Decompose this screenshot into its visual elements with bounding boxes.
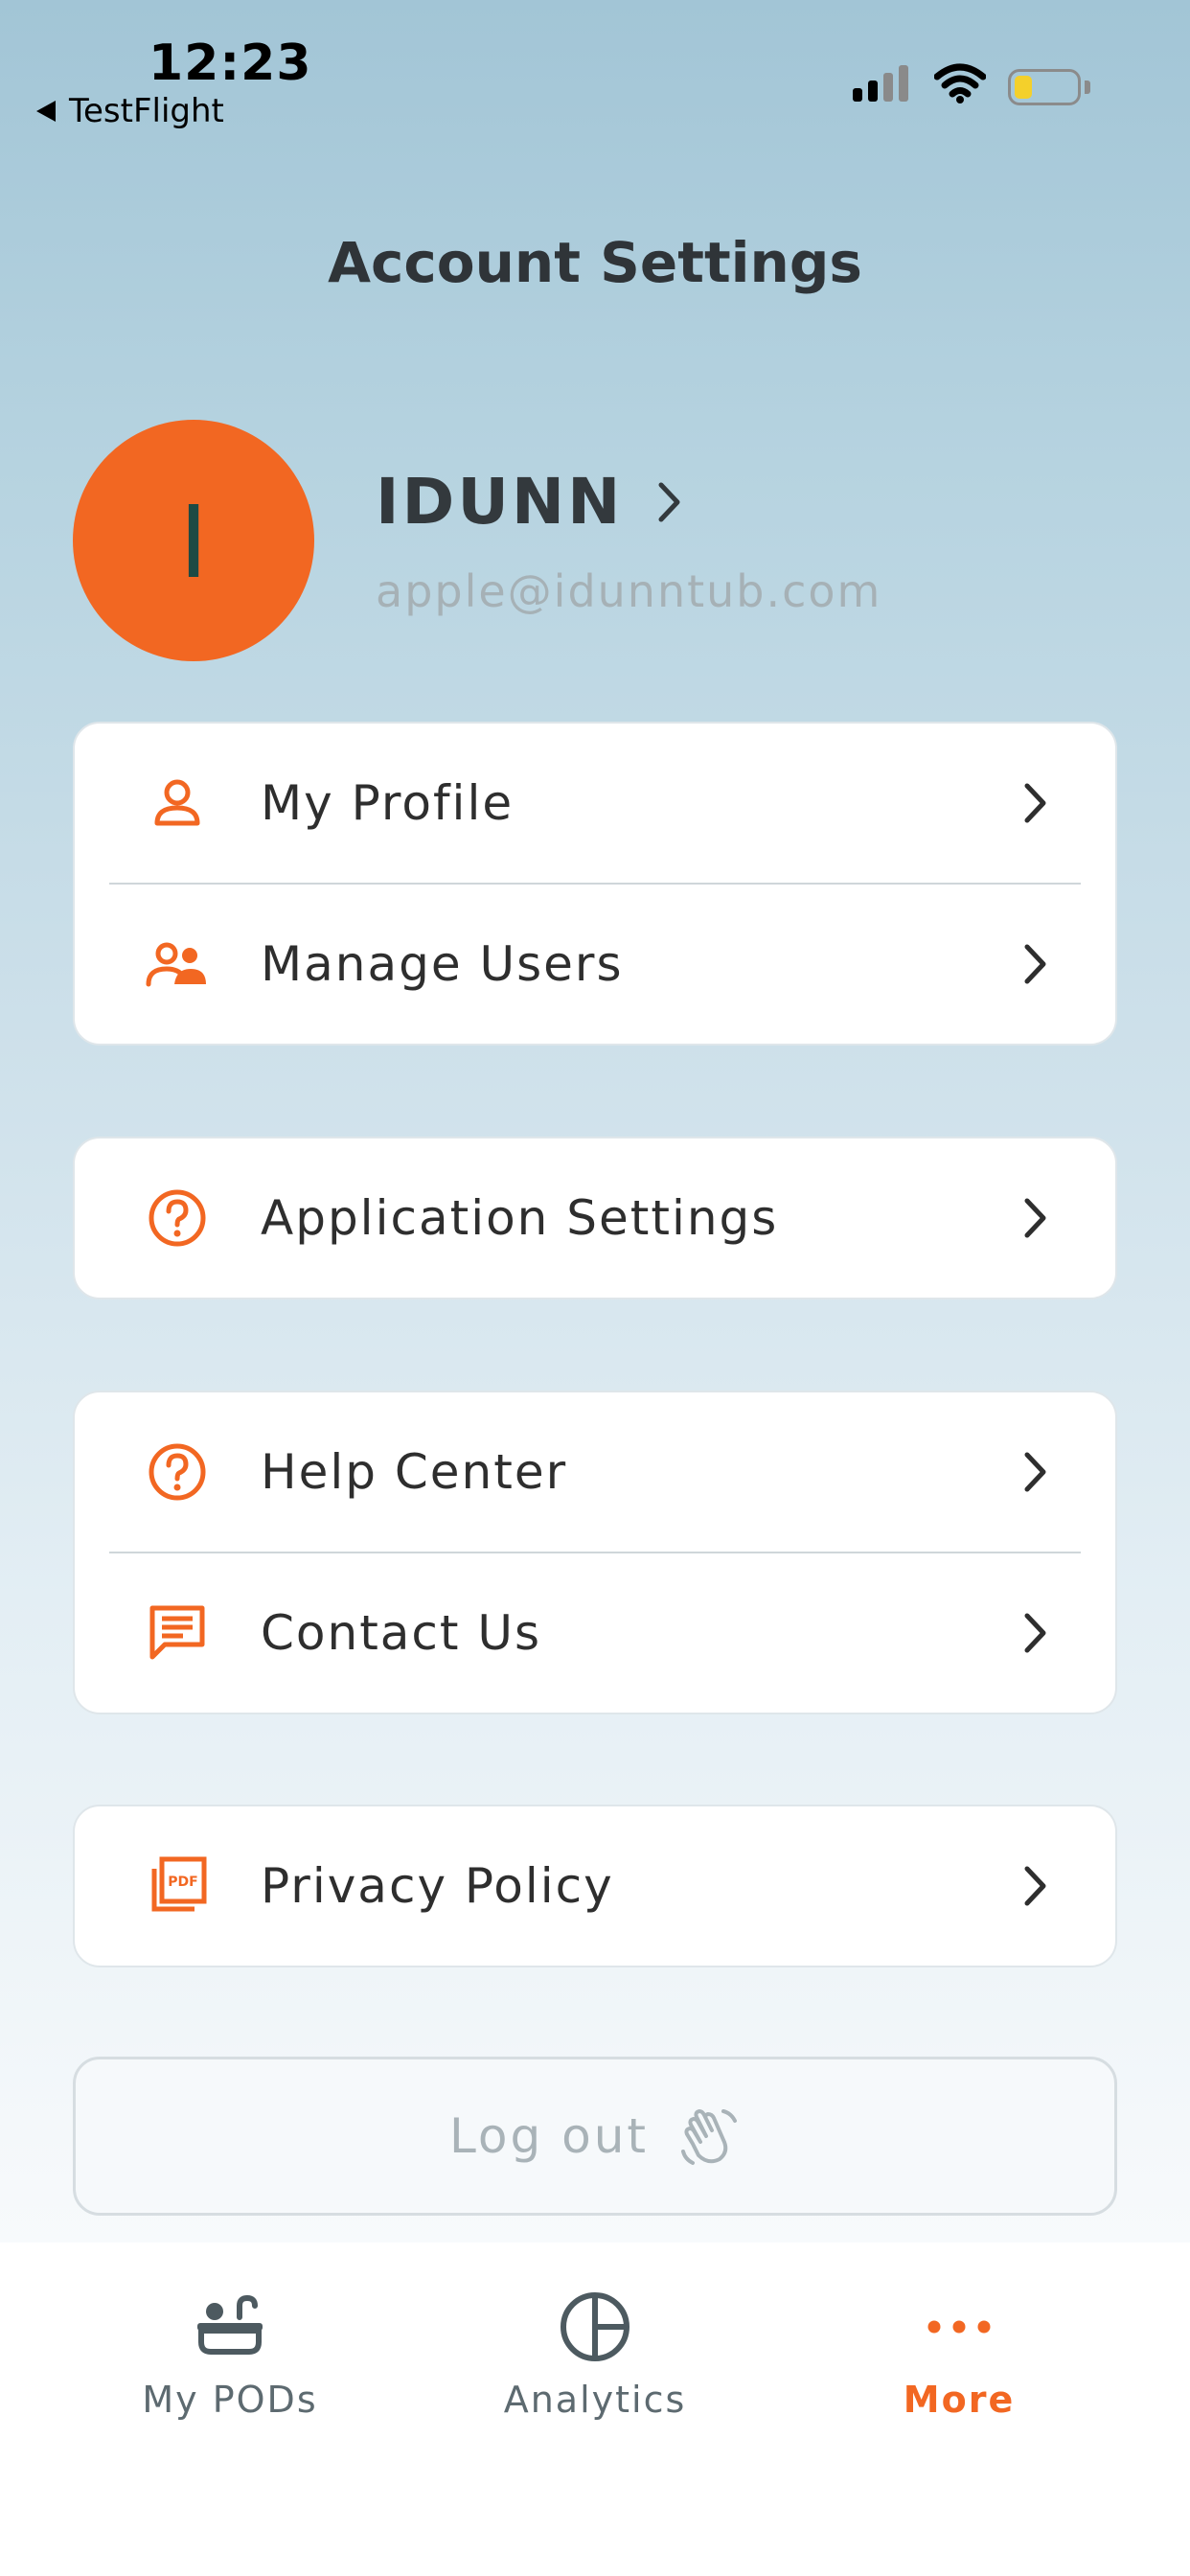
question-circle-icon — [146, 1440, 209, 1504]
back-to-app-link[interactable]: TestFlight — [36, 92, 224, 130]
chat-icon — [146, 1601, 209, 1665]
chevron-right-icon — [1024, 1198, 1046, 1238]
menu-item-label: Application Settings — [261, 1190, 779, 1246]
profile-name: IDUNN — [376, 465, 624, 539]
signal-icon — [853, 65, 908, 102]
chevron-right-icon — [1024, 1452, 1046, 1492]
menu-item-help-center[interactable]: Help Center — [75, 1392, 1115, 1552]
chevron-right-icon — [658, 482, 680, 521]
menu-item-privacy-policy[interactable]: PDF Privacy Policy — [75, 1806, 1115, 1966]
legal-group-card: PDF Privacy Policy — [73, 1805, 1117, 1967]
application-group-card: Application Settings — [73, 1137, 1117, 1300]
menu-item-label: Privacy Policy — [261, 1858, 614, 1914]
chevron-right-icon — [1024, 1866, 1046, 1906]
menu-item-label: Help Center — [261, 1444, 568, 1500]
chevron-right-icon — [1024, 944, 1046, 984]
avatar-initial: I — [178, 481, 209, 600]
tab-more[interactable]: More — [815, 2290, 1103, 2421]
question-circle-icon — [146, 1186, 209, 1250]
account-group-card: My Profile Manage Users — [73, 722, 1117, 1046]
tab-analytics[interactable]: Analytics — [451, 2290, 739, 2421]
wave-hand-icon — [681, 2109, 738, 2165]
logout-button[interactable]: Log out — [73, 2057, 1117, 2216]
svg-text:PDF: PDF — [168, 1874, 197, 1890]
menu-item-label: Contact Us — [261, 1605, 542, 1661]
profile-email: apple@idunntub.com — [376, 565, 882, 617]
menu-item-label: Manage Users — [261, 936, 624, 992]
page-title: Account Settings — [328, 230, 862, 295]
users-icon — [146, 932, 209, 996]
status-time: 12:23 — [149, 34, 312, 92]
user-icon — [146, 771, 209, 835]
bathtub-icon — [197, 2294, 263, 2355]
support-group-card: Help Center Contact Us — [73, 1391, 1117, 1714]
menu-item-my-profile[interactable]: My Profile — [75, 724, 1115, 883]
pdf-icon: PDF — [146, 1854, 209, 1918]
menu-item-contact-us[interactable]: Contact Us — [75, 1553, 1115, 1713]
tab-my-pods[interactable]: My PODs — [86, 2290, 374, 2421]
back-arrow-icon — [36, 101, 56, 122]
menu-item-manage-users[interactable]: Manage Users — [75, 885, 1115, 1044]
pie-chart-icon — [561, 2292, 629, 2361]
more-dots-icon — [927, 2320, 991, 2334]
battery-icon — [1008, 69, 1081, 105]
tab-label: Analytics — [503, 2379, 687, 2421]
back-app-label: TestFlight — [69, 92, 224, 130]
profile-name-link[interactable]: IDUNN — [376, 465, 682, 539]
wifi-icon — [934, 63, 986, 104]
logout-label: Log out — [448, 2108, 650, 2164]
chevron-right-icon — [1024, 783, 1046, 823]
tab-label: My PODs — [142, 2379, 318, 2421]
menu-item-application-settings[interactable]: Application Settings — [75, 1138, 1115, 1298]
battery-cap — [1085, 80, 1090, 94]
chevron-right-icon — [1024, 1613, 1046, 1653]
tab-label: More — [903, 2379, 1016, 2421]
avatar[interactable]: I — [73, 420, 314, 661]
menu-item-label: My Profile — [261, 775, 515, 831]
